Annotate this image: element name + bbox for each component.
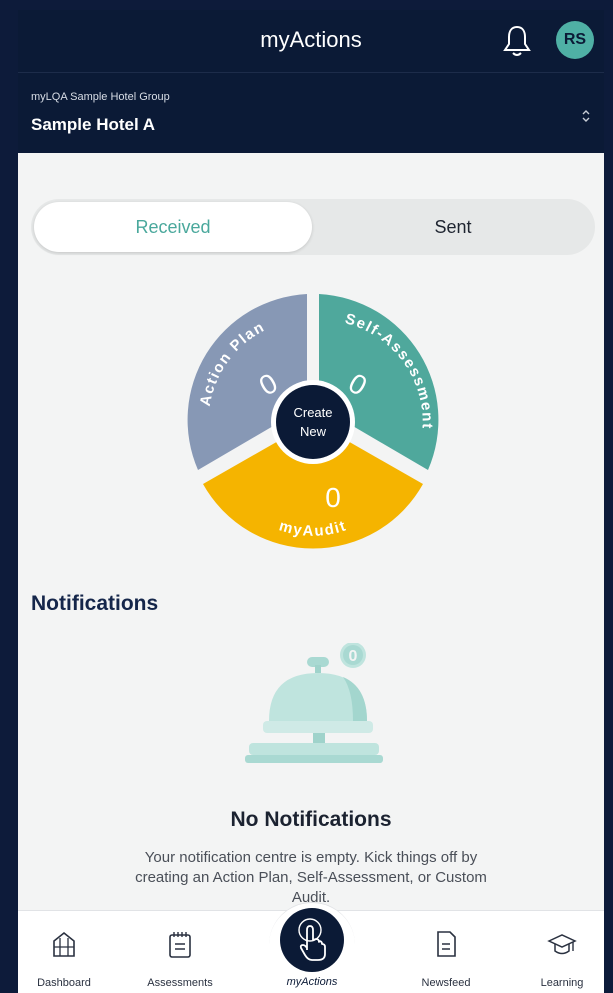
empty-state-text: Your notification centre is empty. Kick …: [135, 849, 487, 906]
action-dial: Action Plan 0 Self-Assessment 0 myAudit …: [187, 294, 439, 549]
dashboard-icon: [53, 931, 75, 957]
nav-newsfeed-label: Newsfeed: [421, 977, 471, 989]
empty-state-title: No Notifications: [230, 808, 392, 831]
nav-assessments-label: Assessments: [147, 977, 213, 989]
app-frame: myActions RS myLQA Sample Hotel Group Sa…: [18, 10, 604, 993]
tab-received[interactable]: Received: [34, 202, 312, 252]
hotel-selector[interactable]: myLQA Sample Hotel Group Sample Hotel A: [18, 72, 604, 153]
avatar[interactable]: RS: [556, 21, 594, 59]
nav-newsfeed[interactable]: Newsfeed: [396, 911, 496, 993]
hotel-name: Sample Hotel A: [31, 115, 156, 134]
notification-badge-count: 0: [349, 648, 358, 665]
myaudit-count: 0: [325, 482, 341, 513]
nav-assessments[interactable]: Assessments: [130, 911, 230, 993]
nav-learning-label: Learning: [540, 977, 584, 989]
top-header: myActions RS: [18, 10, 604, 72]
touch-icon: [298, 918, 326, 961]
create-new-line2: New: [300, 424, 327, 439]
nav-myactions-label: myActions: [286, 976, 338, 988]
sort-icon: [582, 110, 590, 122]
assessments-icon: [169, 932, 191, 958]
newsfeed-icon: [437, 931, 456, 957]
learning-icon: [547, 934, 577, 955]
received-sent-toggle: Received Sent: [31, 199, 595, 255]
create-new-line1: Create: [293, 405, 332, 420]
tab-sent[interactable]: Sent: [313, 202, 593, 252]
nav-learning[interactable]: Learning: [512, 911, 604, 993]
bell-icon[interactable]: [502, 24, 532, 58]
create-new-button[interactable]: Create New: [271, 380, 355, 464]
hotel-group-label: myLQA Sample Hotel Group: [31, 91, 170, 103]
nav-dashboard[interactable]: Dashboard: [18, 911, 114, 993]
service-bell-icon: 0: [245, 643, 383, 763]
notifications-heading: Notifications: [31, 592, 159, 615]
nav-myactions[interactable]: [280, 908, 344, 972]
nav-dashboard-label: Dashboard: [37, 977, 91, 989]
